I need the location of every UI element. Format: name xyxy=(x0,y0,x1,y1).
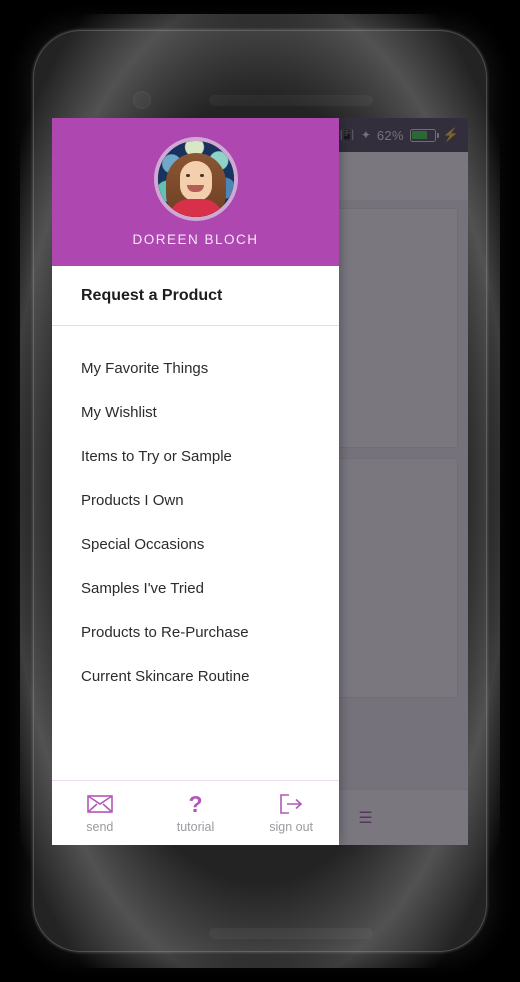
drawer-item-label: Products I Own xyxy=(81,491,184,509)
drawer-menu-list: My Favorite Things My Wishlist Items to … xyxy=(52,326,339,780)
sign-out-label: sign out xyxy=(269,820,314,834)
drawer-item-my-favorite-things[interactable]: My Favorite Things xyxy=(52,346,339,390)
earpiece-speaker xyxy=(209,95,373,106)
envelope-icon xyxy=(87,792,113,816)
request-a-product-item[interactable]: Request a Product xyxy=(52,266,339,326)
send-button[interactable]: send xyxy=(59,792,141,834)
drawer-item-special-occasions[interactable]: Special Occasions xyxy=(52,522,339,566)
sign-out-button[interactable]: sign out xyxy=(250,792,332,834)
drawer-item-products-i-own[interactable]: Products I Own xyxy=(52,478,339,522)
drawer-bottom-nav: send ? tutorial sign out xyxy=(52,780,339,845)
phone-screen: ⏰ 📳 ✦ 62% ⚡ BRANDS Luminous Silk Foundat… xyxy=(52,118,468,845)
drawer-item-label: Current Skincare Routine xyxy=(81,667,250,685)
question-mark-icon: ? xyxy=(188,792,202,816)
drawer-item-label: Items to Try or Sample xyxy=(81,447,232,465)
user-avatar-photo xyxy=(157,141,234,217)
tutorial-label: tutorial xyxy=(176,820,215,834)
user-name-label: DOREEN BLOCH xyxy=(132,232,259,247)
tutorial-button[interactable]: ? tutorial xyxy=(154,792,236,834)
drawer-item-label: Samples I've Tried xyxy=(81,579,204,597)
sign-out-icon xyxy=(278,792,304,816)
drawer-header: DOREEN BLOCH xyxy=(52,118,339,266)
drawer-item-label: My Wishlist xyxy=(81,403,157,421)
drawer-item-samples-ive-tried[interactable]: Samples I've Tried xyxy=(52,566,339,610)
avatar[interactable] xyxy=(153,137,238,221)
send-label: send xyxy=(86,820,114,834)
drawer-item-label: Special Occasions xyxy=(81,535,205,553)
drawer-item-label: Products to Re-Purchase xyxy=(81,623,249,641)
drawer-item-current-skincare-routine[interactable]: Current Skincare Routine xyxy=(52,654,339,698)
drawer-item-items-to-try-or-sample[interactable]: Items to Try or Sample xyxy=(52,434,339,478)
drawer-item-label: My Favorite Things xyxy=(81,359,209,377)
question-mark-glyph: ? xyxy=(188,790,203,817)
request-a-product-label: Request a Product xyxy=(81,286,223,304)
navigation-drawer: DOREEN BLOCH Request a Product My Favori… xyxy=(52,118,339,845)
bottom-speaker-grille xyxy=(209,928,373,939)
front-camera-icon xyxy=(133,91,151,109)
drawer-item-products-to-re-purchase[interactable]: Products to Re-Purchase xyxy=(52,610,339,654)
drawer-item-my-wishlist[interactable]: My Wishlist xyxy=(52,390,339,434)
